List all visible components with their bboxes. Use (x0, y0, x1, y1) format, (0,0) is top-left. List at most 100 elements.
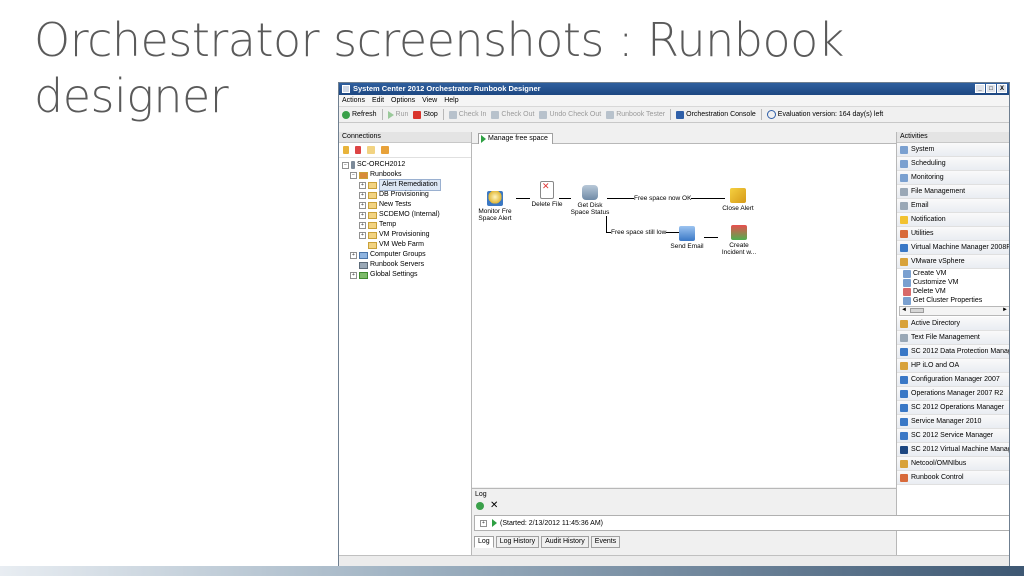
activity-category-sc-dpm[interactable]: SC 2012 Data Protection Manag (897, 345, 1009, 359)
category-icon (900, 445, 908, 454)
activity-get-disk-space[interactable]: Get Disk Space Status (570, 185, 610, 216)
runbooks-icon (359, 171, 368, 179)
activity-close-alert[interactable]: Close Alert (718, 188, 758, 212)
activity-category-file-management[interactable]: File Management (897, 185, 1009, 199)
close-button[interactable]: X (997, 84, 1007, 93)
activity-category-email[interactable]: Email (897, 199, 1009, 213)
activity-category-monitoring[interactable]: Monitoring (897, 171, 1009, 185)
tree-folder-db-provisioning[interactable]: + DB Provisioning (339, 190, 471, 200)
tab-events[interactable]: Events (590, 536, 621, 548)
global-settings-icon (359, 271, 368, 279)
undo-check-out-button[interactable]: Undo Check Out (539, 110, 601, 119)
activity-category-utilities[interactable]: Utilities (897, 227, 1009, 241)
activity-category-hp-ilo[interactable]: HP iLO and OA (897, 359, 1009, 373)
activity-send-email[interactable]: Send Email (670, 226, 704, 250)
activity-delete-file[interactable]: ✕ Delete File (530, 181, 564, 208)
category-icon (900, 431, 908, 440)
run-button[interactable]: Run (387, 110, 408, 119)
tree-folder-alert-remediation[interactable]: + Alert Remediation (339, 179, 471, 191)
link-label-low[interactable]: Free space still low (611, 229, 667, 236)
category-icon (900, 257, 908, 266)
activity-category-notification[interactable]: Notification (897, 213, 1009, 227)
tree-folder-vm-provisioning[interactable]: + VM Provisioning (339, 230, 471, 240)
menu-edit[interactable]: Edit (372, 95, 384, 106)
activity-category-configmgr[interactable]: Configuration Manager 2007 (897, 373, 1009, 387)
log-header: Log (472, 489, 896, 500)
tree-node-global-settings[interactable]: + Global Settings (339, 270, 471, 280)
tab-manage-free-space[interactable]: Manage free space (478, 133, 553, 144)
menu-actions[interactable]: Actions (342, 95, 365, 106)
flag-icon[interactable] (343, 146, 349, 154)
stop-button[interactable]: Stop (413, 110, 438, 119)
maximize-button[interactable]: □ (986, 84, 996, 93)
category-icon (900, 333, 908, 342)
activity-category-vmm-2008r2[interactable]: Virtual Machine Manager 2008R (897, 241, 1009, 255)
activities-hscrollbar[interactable]: ◄ ► (899, 306, 1009, 316)
slide-title-line1: Orchestrator screenshots : Runbook (34, 13, 844, 67)
tab-log[interactable]: Log (474, 536, 494, 548)
tree-folder-vm-web-farm[interactable]: VM Web Farm (339, 240, 471, 250)
tab-log-history[interactable]: Log History (495, 536, 540, 548)
activity-category-netcool[interactable]: Netcool/OMNIbus (897, 457, 1009, 471)
slide-title-line2: designer (34, 69, 229, 123)
runbook-servers-icon (359, 261, 368, 269)
tree-folder-scdemo[interactable]: + SCDEMO (Internal) (339, 210, 471, 220)
new-folder-icon[interactable] (367, 146, 375, 154)
app-icon (342, 85, 350, 93)
stop-icon (413, 110, 422, 119)
activity-create-vm[interactable]: Create VM (903, 269, 1009, 278)
activity-category-sc-opsmgr[interactable]: SC 2012 Operations Manager (897, 401, 1009, 415)
window-title-bar: System Center 2012 Orchestrator Runbook … (339, 83, 1009, 95)
category-icon (900, 201, 908, 210)
category-icon (900, 347, 908, 356)
runbook-canvas[interactable]: Monitor Fre Space Alert ✕ Delete File Ge… (472, 144, 896, 487)
link-label-ok[interactable]: Free space now OK (634, 195, 692, 202)
activity-category-active-directory[interactable]: Active Directory (897, 317, 1009, 331)
delete-icon[interactable] (355, 146, 361, 154)
category-icon (900, 389, 908, 398)
log-entry[interactable]: (Started: 2/13/2012 11:45:36 AM) (500, 520, 603, 527)
activity-delete-vm[interactable]: Delete VM (903, 287, 1009, 296)
menu-help[interactable]: Help (444, 95, 458, 106)
refresh-icon[interactable] (476, 502, 484, 510)
check-in-button[interactable]: Check In (448, 110, 486, 119)
activity-category-vmware[interactable]: VMware vSphere (897, 255, 1009, 269)
activity-customize-vm[interactable]: Customize VM (903, 278, 1009, 287)
activities-header: Activities (897, 132, 1009, 143)
menu-options[interactable]: Options (391, 95, 415, 106)
refresh-button[interactable]: Refresh (342, 110, 377, 119)
minimize-button[interactable]: _ (975, 84, 985, 93)
tree-node-computer-groups[interactable]: + Computer Groups (339, 250, 471, 260)
runbook-designer-window: System Center 2012 Orchestrator Runbook … (338, 82, 1010, 568)
up-icon[interactable] (381, 146, 389, 154)
tree-node-runbook-servers[interactable]: Runbook Servers (339, 260, 471, 270)
folder-icon (368, 221, 377, 229)
close-icon[interactable]: ✕ (490, 501, 498, 511)
category-icon (900, 145, 908, 154)
activity-monitor-alert[interactable]: Monitor Fre Space Alert (476, 191, 514, 222)
menu-view[interactable]: View (422, 95, 437, 106)
activity-category-text-file[interactable]: Text File Management (897, 331, 1009, 345)
folder-icon (368, 231, 377, 239)
activity-category-svcmgr-2010[interactable]: Service Manager 2010 (897, 415, 1009, 429)
activity-category-runbook-control[interactable]: Runbook Control (897, 471, 1009, 485)
runbook-tester-button[interactable]: Runbook Tester (606, 110, 665, 119)
tree-folder-temp[interactable]: + Temp (339, 220, 471, 230)
runbook-canvas-pane: Manage free space Monitor Fre Space Aler… (472, 132, 896, 487)
activity-category-sc-vmm[interactable]: SC 2012 Virtual Machine Manag (897, 443, 1009, 457)
orchestration-console-button[interactable]: Orchestration Console (676, 110, 756, 119)
activity-category-system[interactable]: System (897, 143, 1009, 157)
refresh-icon (342, 110, 350, 119)
activity-category-sc-svcmgr[interactable]: SC 2012 Service Manager (897, 429, 1009, 443)
tree-folder-new-tests[interactable]: + New Tests (339, 200, 471, 210)
tab-audit-history[interactable]: Audit History (541, 536, 589, 548)
check-out-button[interactable]: Check Out (491, 110, 534, 119)
vm-icon (903, 269, 911, 278)
tree-node-server[interactable]: − SC-ORCH2012 (339, 160, 471, 170)
activity-create-incident[interactable]: Create Incident w... (719, 225, 759, 256)
menu-bar: Actions Edit Options View Help (339, 95, 1009, 106)
expand-icon[interactable]: + (480, 519, 487, 527)
activity-category-opsmgr-2007[interactable]: Operations Manager 2007 R2 (897, 387, 1009, 401)
activity-category-scheduling[interactable]: Scheduling (897, 157, 1009, 171)
activity-get-cluster-properties[interactable]: Get Cluster Properties (903, 296, 1009, 305)
